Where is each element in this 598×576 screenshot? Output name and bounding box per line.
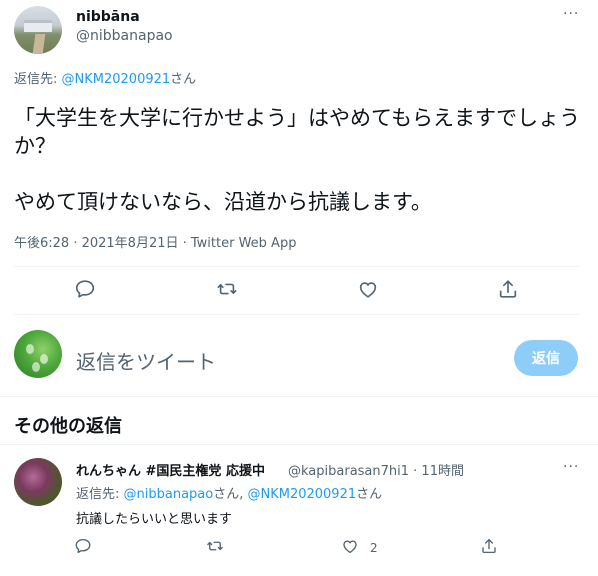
reply-to-suffix: さん [170, 72, 197, 87]
divider [0, 396, 598, 397]
divider [14, 314, 580, 315]
reply-to-prefix: 返信先: [76, 487, 124, 502]
avatar-drop [26, 344, 34, 354]
mention-link[interactable]: @NKM20200921 [247, 487, 356, 502]
heart-icon[interactable] [357, 278, 381, 302]
reply-compose-input[interactable]: 返信をツイート [76, 346, 216, 375]
reply-text: 抗議したらいいと思います [76, 512, 233, 527]
retweet-icon[interactable] [206, 537, 230, 561]
display-name[interactable]: nibbāna [76, 9, 140, 25]
tweet-text: 「大学生を大学に行かせよう」はやめてもらえますでしょうか？ やめて頂けないなら、… [14, 106, 581, 214]
reply-button[interactable]: 返信 [514, 340, 578, 376]
divider [14, 266, 580, 267]
tweet-meta[interactable]: 午後6:28 · 2021年8月21日 · Twitter Web App [14, 232, 296, 251]
retweet-icon[interactable] [216, 278, 240, 302]
mention-link[interactable]: @NKM20200921 [62, 72, 171, 87]
reply-to-line: 返信先: @nibbanapaoさん, @NKM20200921さん [76, 483, 382, 502]
avatar-building [24, 20, 52, 32]
avatar[interactable] [14, 6, 62, 54]
reply-display-name[interactable]: れんちゃん #国民主権党 応援中 [76, 460, 265, 479]
avatar-drop [32, 362, 40, 372]
more-options-icon[interactable]: ··· [563, 459, 579, 475]
divider [0, 444, 598, 445]
heart-icon[interactable] [341, 537, 365, 561]
reply-to-line: 返信先: @NKM20200921さん [14, 68, 196, 87]
avatar-drop [40, 354, 48, 364]
user-handle[interactable]: @nibbanapao [76, 28, 173, 44]
share-icon[interactable] [480, 537, 504, 561]
avatar[interactable] [14, 330, 62, 378]
avatar-path [32, 34, 46, 54]
reply-to-prefix: 返信先: [14, 72, 62, 87]
reply-to-mid: さん, [213, 487, 248, 502]
more-options-icon[interactable]: ··· [563, 6, 579, 22]
reply-icon[interactable] [74, 537, 98, 561]
avatar[interactable] [14, 458, 62, 506]
section-title: その他の返信 [14, 416, 122, 437]
mention-link[interactable]: @nibbanapao [124, 487, 214, 502]
reply-handle-time[interactable]: @kapibarasan7hi1 · 11時間 [288, 460, 464, 479]
reply-icon[interactable] [74, 278, 98, 302]
reply-to-suffix: さん [356, 487, 383, 502]
like-count: 2 [370, 541, 378, 555]
share-icon[interactable] [497, 278, 521, 302]
